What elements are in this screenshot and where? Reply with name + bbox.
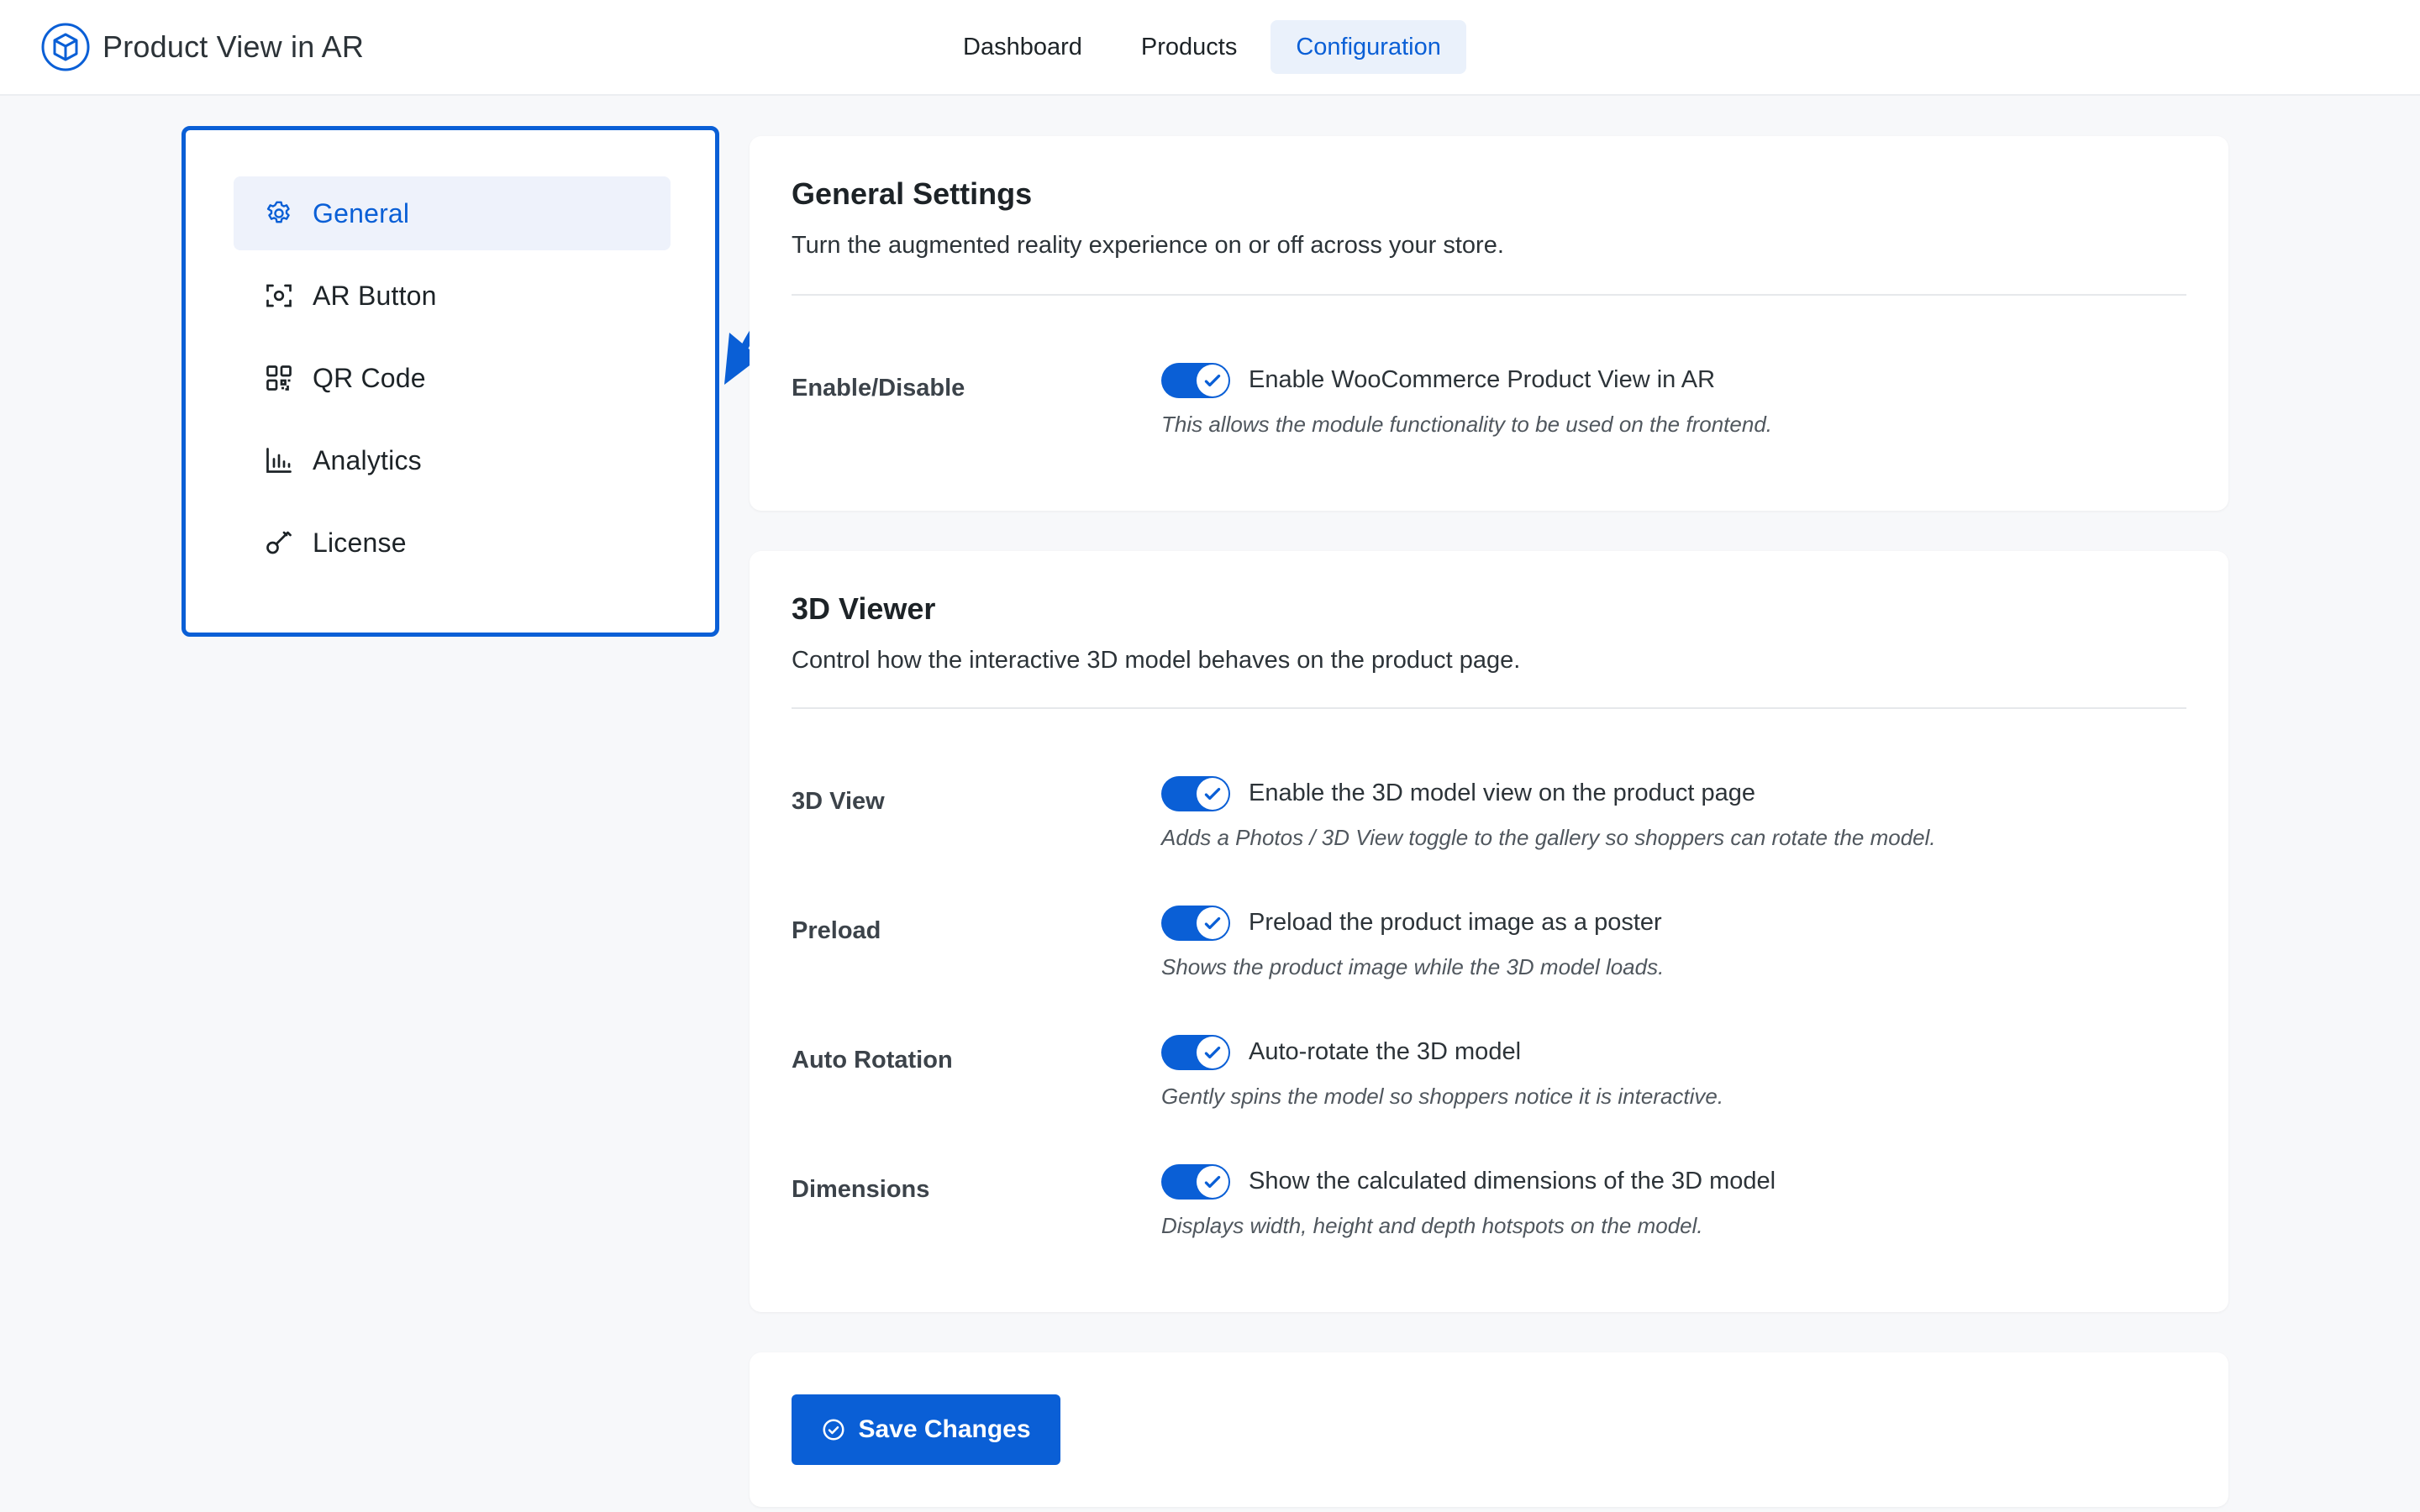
- option-text: Show the calculated dimensions of the 3D…: [1249, 1168, 1776, 1194]
- section-description: Control how the interactive 3D model beh…: [792, 647, 1521, 674]
- preload-toggle[interactable]: [1161, 906, 1230, 941]
- brand[interactable]: Product View in AR: [40, 22, 364, 72]
- top-bar: Product View in AR Dashboard Products Co…: [0, 0, 2420, 96]
- save-changes-button[interactable]: Save Changes: [792, 1394, 1060, 1465]
- app-title: Product View in AR: [103, 29, 365, 64]
- check-icon: [1204, 374, 1221, 387]
- auto-rotation-toggle[interactable]: [1161, 1035, 1230, 1070]
- scan-icon: [266, 284, 292, 307]
- check-circle-icon: [823, 1419, 844, 1441]
- qr-code-icon: [266, 365, 292, 391]
- settings-sidebar: General AR Button QR Code Analytics Lice…: [182, 126, 719, 637]
- sidebar-item-label: License: [313, 527, 407, 558]
- option-help: Gently spins the model so shoppers notic…: [1161, 1084, 1724, 1109]
- option-text: Auto-rotate the 3D model: [1249, 1038, 1522, 1065]
- section-title: General Settings: [792, 176, 1033, 211]
- divider: [792, 707, 2186, 709]
- save-button-label: Save Changes: [858, 1415, 1031, 1443]
- option-help: Displays width, height and depth hotspot…: [1161, 1213, 1703, 1238]
- tab-configuration[interactable]: Configuration: [1270, 20, 1466, 74]
- check-icon: [1204, 1175, 1221, 1189]
- sidebar-item-qr-code[interactable]: QR Code: [234, 341, 671, 415]
- enable-ar-toggle[interactable]: [1161, 363, 1230, 398]
- 3d-view-toggle[interactable]: [1161, 776, 1230, 811]
- sidebar-item-analytics[interactable]: Analytics: [234, 423, 671, 497]
- section-title: 3D Viewer: [792, 591, 936, 626]
- dimensions-toggle[interactable]: [1161, 1164, 1230, 1200]
- setting-label: Dimensions: [792, 1176, 930, 1203]
- sidebar-item-label: Analytics: [313, 444, 422, 475]
- tab-dashboard[interactable]: Dashboard: [938, 20, 1107, 74]
- check-icon: [1204, 1046, 1221, 1059]
- sidebar-item-label: AR Button: [313, 280, 437, 311]
- option-text: Enable the 3D model view on the product …: [1249, 780, 1755, 806]
- check-icon: [1204, 787, 1221, 801]
- option-help: Shows the product image while the 3D mod…: [1161, 954, 1665, 979]
- bar-chart-icon: [266, 448, 292, 473]
- divider: [792, 294, 2186, 296]
- sidebar-item-general[interactable]: General: [234, 176, 671, 250]
- option-text: Preload the product image as a poster: [1249, 909, 1662, 936]
- option-help: This allows the module functionality to …: [1161, 412, 1772, 437]
- tab-products[interactable]: Products: [1116, 20, 1262, 74]
- key-icon: [266, 531, 292, 554]
- option-help: Adds a Photos / 3D View toggle to the ga…: [1161, 825, 1936, 850]
- option-text: Enable WooCommerce Product View in AR: [1249, 366, 1716, 393]
- setting-label: Enable/Disable: [792, 375, 965, 402]
- setting-label: 3D View: [792, 788, 885, 815]
- gear-icon: [266, 201, 290, 223]
- section-description: Turn the augmented reality experience on…: [792, 232, 1504, 259]
- sidebar-item-license[interactable]: License: [234, 506, 671, 580]
- save-card: Save Changes: [750, 1352, 2228, 1507]
- sidebar-item-label: QR Code: [313, 362, 426, 393]
- sidebar-item-ar-button[interactable]: AR Button: [234, 259, 671, 333]
- sidebar-item-label: General: [313, 197, 410, 228]
- setting-label: Preload: [792, 917, 881, 944]
- setting-label: Auto Rotation: [792, 1047, 953, 1074]
- check-icon: [1204, 916, 1221, 930]
- cube-icon: [41, 23, 90, 71]
- viewer-settings-card: 3D Viewer Control how the interactive 3D…: [750, 551, 2228, 1312]
- main-nav: Dashboard Products Configuration: [938, 20, 1475, 74]
- general-settings-card: General Settings Turn the augmented real…: [750, 136, 2228, 511]
